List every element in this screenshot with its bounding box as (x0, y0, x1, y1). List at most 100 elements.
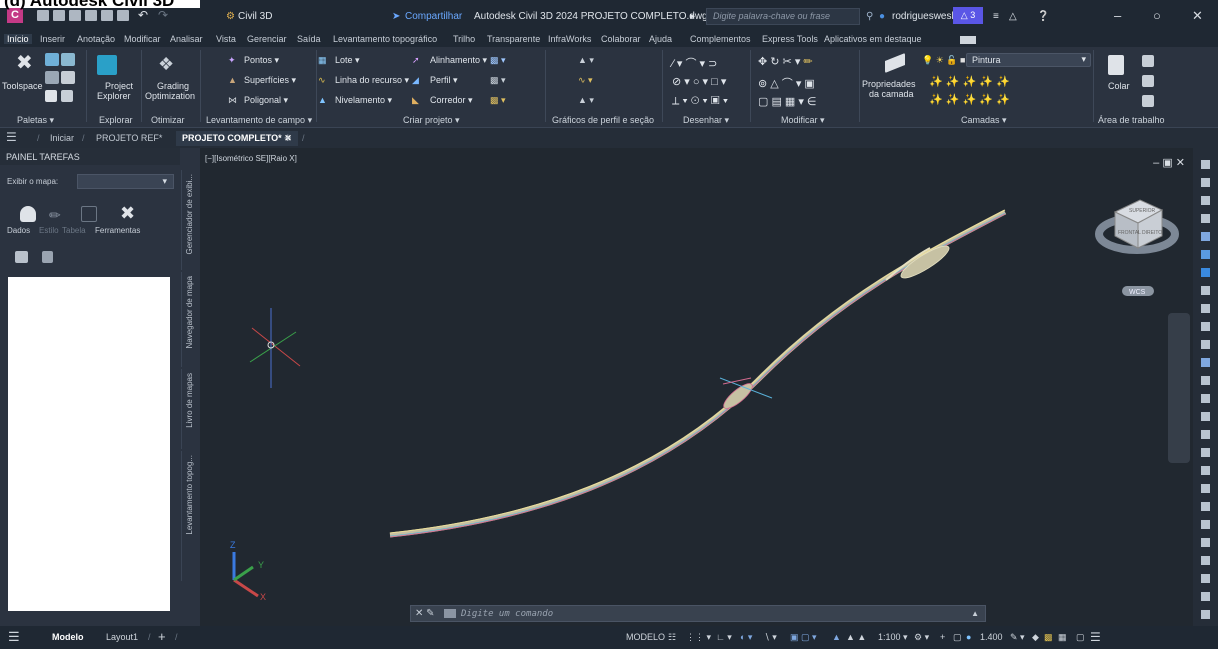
pontos-icon[interactable]: ✦ (228, 55, 236, 66)
tool-estilo[interactable]: Estilo (39, 226, 59, 235)
superficies-icon[interactable]: ▲ (228, 75, 237, 85)
poligonal-icon[interactable]: ⋈ (228, 95, 237, 106)
right-toolbar-icons[interactable] (1193, 148, 1218, 626)
autodesk-a-icon[interactable]: △ (1009, 11, 1017, 22)
maximize-button[interactable]: ○ (1153, 8, 1161, 23)
command-history-icon[interactable] (444, 609, 456, 618)
isolate-icon[interactable]: ● (966, 632, 971, 642)
vtab-levantamento[interactable]: Levantamento topog... (181, 451, 198, 581)
layer-properties-icon[interactable] (885, 53, 905, 73)
panel-criar-projeto[interactable]: Criar projeto ▾ (403, 115, 460, 126)
tab-aplicativos[interactable]: Aplicativos em destaque (824, 34, 922, 44)
tab-transparente[interactable]: Transparente (487, 34, 540, 44)
map-tree-area[interactable] (8, 277, 170, 611)
tab-anotacao[interactable]: Anotação (77, 34, 115, 44)
tab-projeto-completo[interactable]: PROJETO COMPLETO* ✕ (176, 131, 298, 146)
ribbon-toggle-icon[interactable] (960, 36, 976, 44)
ortho-icon[interactable]: ∟ ▾ (716, 632, 732, 643)
save-icon[interactable] (69, 10, 81, 21)
panel-levantamento[interactable]: Levantamento de campo ▾ (206, 115, 312, 126)
vtab-navegador[interactable]: Navegador de mapa (181, 272, 198, 367)
grading-label-1[interactable]: Grading (157, 81, 189, 91)
share-button[interactable]: Compartilhar (405, 11, 462, 22)
layer-tools-row-1[interactable]: ✨ ✨ ✨ ✨ ✨ (929, 75, 1010, 88)
tab-projeto-ref[interactable]: PROJETO REF* (96, 133, 162, 143)
nivelamento-icon[interactable]: ▲ (318, 95, 327, 105)
palette-icon-5[interactable] (45, 90, 57, 102)
style-icon[interactable]: ✏ (49, 207, 61, 224)
perfil-button[interactable]: Perfil ▾ (430, 75, 458, 86)
annotation-autoscale-icon[interactable]: ▲ ▲ (846, 632, 866, 642)
layer-state-icons[interactable]: 💡 ☀ 🔓 ■ (922, 55, 965, 66)
copy-tool-icon[interactable]: ⊚ △ ⌒ ▾ ▣ (758, 75, 815, 91)
palette-icon-6[interactable] (61, 90, 73, 102)
panel-camadas[interactable]: Camadas ▾ (961, 115, 1007, 126)
tool-ferramentas[interactable]: Ferramentas (95, 226, 140, 235)
lote-button[interactable]: Lote ▾ (335, 55, 360, 66)
project-explorer-label-2[interactable]: Explorer (97, 91, 131, 101)
table-icon[interactable] (81, 206, 97, 222)
quick-properties-icon[interactable]: ▩ (1044, 632, 1053, 643)
close-button[interactable]: ✕ (1192, 8, 1203, 24)
paste-icon[interactable] (1108, 55, 1124, 75)
panel-paletas[interactable]: Paletas ▾ (17, 115, 54, 126)
layer-tools-row-2[interactable]: ✨ ✨ ✨ ✨ ✨ (929, 93, 1010, 106)
linha-recurso-icon[interactable]: ∿ (318, 75, 326, 86)
tab-gerenciar[interactable]: Gerenciar (247, 34, 287, 44)
workspace-selector[interactable]: Civil 3D (238, 11, 272, 22)
colar-button[interactable]: Colar (1108, 81, 1130, 91)
wcs-menu[interactable]: WCS (1129, 289, 1146, 296)
open-file-icon[interactable] (53, 10, 65, 21)
superficies-button[interactable]: Superfícies ▾ (244, 75, 296, 86)
menu-icon[interactable]: ☰ (8, 629, 20, 645)
tab-inicio[interactable]: Início (4, 34, 32, 44)
workspace-gear-icon[interactable]: ⚙ (226, 11, 235, 22)
tab-iniciar[interactable]: Iniciar (50, 133, 74, 143)
grid-icon[interactable]: ☷ (668, 632, 676, 643)
tab-modelo[interactable]: Modelo (52, 632, 84, 642)
palette-icon-2[interactable] (61, 53, 75, 66)
stretch-tool-icon[interactable]: ▢ ▤ ▦ ▾ ∈ (758, 95, 817, 108)
tab-layout1[interactable]: Layout1 (106, 632, 138, 642)
zoom-value[interactable]: 1.400 (980, 632, 1003, 642)
search-input[interactable]: Digite palavra-chave ou frase (706, 8, 860, 25)
assembly-icon[interactable]: ▩ ▾ (490, 75, 506, 86)
move-tool-icon[interactable]: ✥ ↻ ✂ ▾ ✏ (758, 55, 813, 68)
linha-recurso-button[interactable]: Linha do recurso ▾ (335, 75, 409, 86)
data-icon[interactable] (20, 206, 36, 222)
palette-icon-3[interactable] (45, 71, 59, 84)
polyline-tool-icon[interactable]: ⊘ ▾ ○ ▾ □ ▾ (672, 75, 726, 88)
line-tool-icon[interactable]: ∕ ▾ ⌒ ▾ ⊃ (672, 55, 717, 71)
toolspace-icon[interactable]: ✖ (16, 52, 38, 74)
command-input[interactable]: Digite um comando (461, 609, 553, 619)
tab-vista[interactable]: Vista (216, 34, 236, 44)
lote-icon[interactable]: ▦ (318, 55, 327, 66)
alinhamento-icon[interactable]: ➚ (412, 55, 420, 66)
model-space-toggle[interactable]: MODELO (626, 632, 665, 642)
project-explorer-label-1[interactable]: Project (105, 81, 133, 91)
map-view-icon[interactable] (15, 251, 28, 263)
workspace-switch-icon[interactable]: ⚙ ▾ (914, 632, 929, 643)
layer-dropdown[interactable]: Pintura ▾ (966, 53, 1091, 67)
palette-icon-1[interactable] (45, 53, 59, 66)
properties-icon[interactable]: ◆ (1032, 632, 1039, 643)
print-icon[interactable] (101, 10, 113, 21)
match-properties-icon[interactable] (1142, 95, 1154, 107)
polar-icon[interactable]: ◐ ▾ (740, 632, 752, 643)
tab-analisar[interactable]: Analisar (170, 34, 203, 44)
plus-icon[interactable]: + (940, 632, 945, 642)
panel-otimizar[interactable]: Otimizar (151, 115, 185, 125)
user-name[interactable]: rodrigueswesl... (892, 11, 962, 22)
share-icon[interactable]: ➤ (392, 11, 400, 22)
tab-express-tools[interactable]: Express Tools (762, 34, 818, 44)
tab-trilho[interactable]: Trilho (453, 34, 475, 44)
intersection-icon[interactable]: ▩ ▾ (490, 55, 506, 66)
corredor-icon[interactable]: ◣ (412, 95, 419, 106)
minimize-button[interactable]: – (1114, 8, 1121, 23)
perfil-icon[interactable]: ◢ (412, 75, 419, 86)
graphics-performance-icon[interactable]: ✎ ▾ (1010, 632, 1025, 643)
map-list-icon[interactable] (42, 251, 53, 263)
palette-icon-4[interactable] (61, 71, 75, 84)
customization-icon[interactable]: ☰ (1090, 630, 1101, 644)
propriedades-label-1[interactable]: Propriedades (862, 79, 916, 89)
